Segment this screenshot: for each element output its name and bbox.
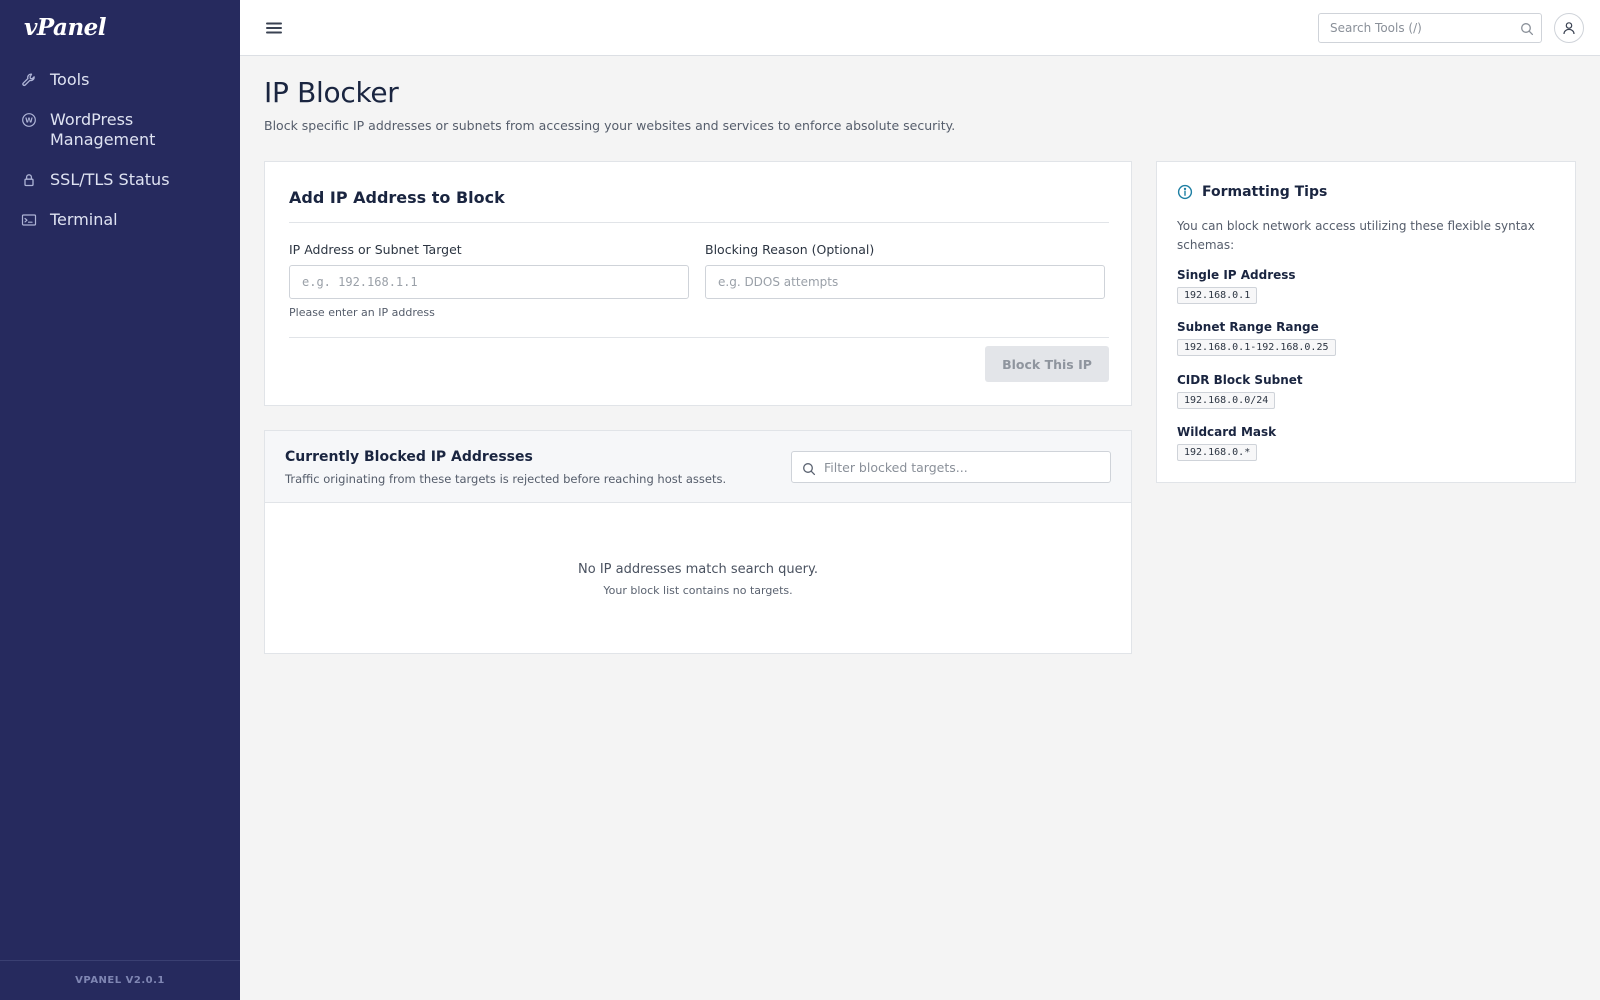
blocked-filter-input[interactable] — [824, 452, 1104, 482]
tip-example: 192.168.0.* — [1177, 444, 1258, 461]
svg-text:W: W — [25, 117, 33, 125]
blocked-ip-heading: Currently Blocked IP Addresses — [285, 449, 533, 465]
tip-label: Single IP Address — [1177, 268, 1296, 282]
tip-label: CIDR Block Subnet — [1177, 373, 1303, 387]
empty-state-subtitle: Your block list contains no targets. — [603, 584, 793, 597]
tips-header: Formatting Tips — [1177, 184, 1327, 200]
sidebar-item-ssl-tls-status[interactable]: SSL/TLS Status — [0, 166, 240, 206]
tip-example: 192.168.0.1 — [1177, 287, 1258, 304]
tip-item: Single IP Address 192.168.0.1 — [1177, 268, 1296, 304]
ip-address-field — [289, 265, 689, 299]
tip-item: Subnet Range Range 192.168.0.1-192.168.0… — [1177, 320, 1336, 356]
user-avatar[interactable] — [1554, 13, 1584, 43]
tips-intro: You can block network access utilizing t… — [1177, 219, 1535, 252]
ip-address-hint: Please enter an IP address — [289, 306, 435, 319]
divider — [289, 337, 1109, 338]
tip-label: Subnet Range Range — [1177, 320, 1319, 334]
sidebar-item-label: WordPress Management — [50, 110, 156, 149]
search-icon[interactable] — [1520, 21, 1534, 36]
formatting-tips-card: Formatting Tips You can block network ac… — [1156, 161, 1576, 483]
ip-address-input[interactable] — [290, 266, 688, 298]
sidebar-item-tools[interactable]: Tools — [0, 66, 240, 106]
user-icon — [1563, 22, 1575, 35]
sidebar: vPanel Tools W WordPress Management SSL/… — [0, 0, 240, 1000]
tips-heading: Formatting Tips — [1202, 184, 1328, 200]
tip-example: 192.168.0.1-192.168.0.25 — [1177, 339, 1336, 356]
tool-search — [1318, 13, 1542, 43]
blocked-ip-header: Currently Blocked IP Addresses Traffic o… — [265, 431, 1131, 503]
wordpress-icon: W — [20, 111, 38, 129]
page-title: IP Blocker — [264, 76, 399, 109]
blocking-reason-label: Blocking Reason (Optional) — [705, 242, 875, 257]
empty-state-title: No IP addresses match search query. — [578, 562, 818, 577]
tip-item: Wildcard Mask 192.168.0.* — [1177, 425, 1276, 461]
top-bar — [240, 0, 1600, 56]
vpanel-logo[interactable]: vPanel — [24, 14, 107, 41]
add-ip-card: Add IP Address to Block IP Address or Su… — [264, 161, 1132, 406]
sidebar-item-label: Terminal — [50, 210, 118, 229]
sidebar-item-wordpress-management[interactable]: W WordPress Management — [0, 106, 240, 166]
lock-icon — [20, 171, 38, 189]
wrench-icon — [20, 71, 38, 89]
tip-example: 192.168.0.0/24 — [1177, 392, 1276, 409]
page-subtitle: Block specific IP addresses or subnets f… — [264, 118, 956, 133]
blocked-ip-description: Traffic originating from these targets i… — [285, 472, 727, 486]
add-ip-heading: Add IP Address to Block — [289, 188, 505, 207]
blocked-filter — [791, 451, 1111, 483]
ip-address-label: IP Address or Subnet Target — [289, 242, 462, 257]
sidebar-item-terminal[interactable]: Terminal — [0, 206, 240, 246]
sidebar-item-label: Tools — [50, 70, 90, 89]
divider — [289, 222, 1109, 223]
tool-search-input[interactable] — [1319, 14, 1509, 42]
blocked-ip-card: Currently Blocked IP Addresses Traffic o… — [264, 430, 1132, 654]
search-icon — [802, 461, 816, 476]
sidebar-nav: Tools W WordPress Management SSL/TLS Sta… — [0, 66, 240, 246]
tip-label: Wildcard Mask — [1177, 425, 1277, 439]
sidebar-item-label: SSL/TLS Status — [50, 170, 170, 189]
version-label: VPANEL V2.0.1 — [0, 960, 240, 1000]
blocking-reason-field — [705, 265, 1105, 299]
terminal-icon — [20, 211, 38, 229]
menu-toggle-icon[interactable] — [264, 18, 284, 38]
tip-item: CIDR Block Subnet 192.168.0.0/24 — [1177, 373, 1303, 409]
info-icon — [1177, 184, 1193, 200]
block-ip-button[interactable]: Block This IP — [985, 346, 1109, 382]
blocking-reason-input[interactable] — [706, 266, 1104, 298]
